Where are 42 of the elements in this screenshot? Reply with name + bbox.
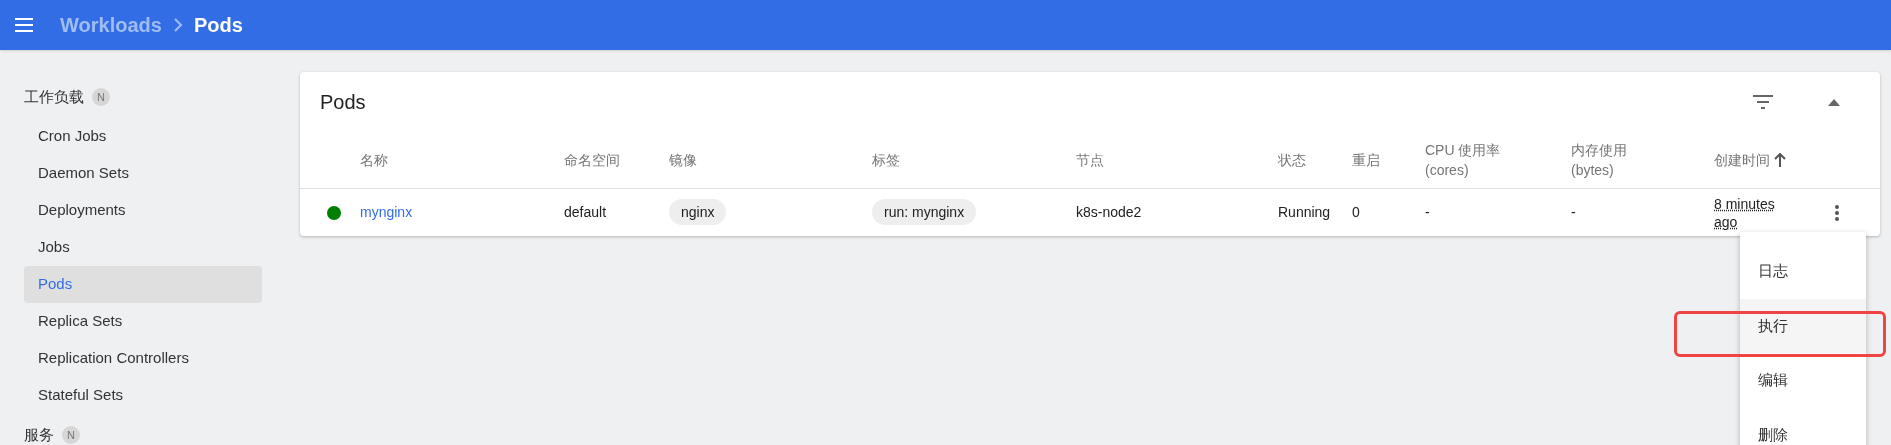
table-cell: - xyxy=(1571,204,1576,220)
column-header[interactable]: CPU 使用率 (cores) xyxy=(1425,140,1525,180)
filter-icon[interactable] xyxy=(1752,94,1774,110)
table-cell: Running xyxy=(1278,204,1331,220)
sidebar-item[interactable]: Replica Sets xyxy=(24,303,262,340)
table-cell: - xyxy=(1425,204,1430,220)
menu-item[interactable]: 日志 xyxy=(1740,244,1866,299)
sidebar-item[interactable]: Deployments xyxy=(24,192,262,229)
count-badge: N xyxy=(62,426,80,444)
column-header[interactable]: 名称 xyxy=(360,150,388,170)
sidebar-item[interactable]: Jobs xyxy=(24,229,262,266)
column-header[interactable]: 重启 xyxy=(1352,150,1380,170)
column-header[interactable]: 内存使用 (bytes) xyxy=(1571,140,1671,180)
label-chip: run: mynginx xyxy=(872,199,977,225)
count-badge: N xyxy=(92,88,110,106)
column-header[interactable]: 创建时间 xyxy=(1714,150,1770,170)
column-header[interactable]: 状态 xyxy=(1278,150,1306,170)
table-cell: default xyxy=(564,204,607,220)
sidebar-item[interactable]: Replication Controllers xyxy=(24,340,262,377)
table-cell: k8s-node2 xyxy=(1076,204,1142,220)
card-title: Pods xyxy=(320,90,367,115)
menu-item[interactable]: 执行 xyxy=(1740,298,1866,353)
sort-arrow-icon[interactable] xyxy=(1774,153,1786,167)
column-header[interactable]: 标签 xyxy=(872,150,900,170)
column-header[interactable]: 节点 xyxy=(1076,150,1104,170)
sidebar-item[interactable]: Pods xyxy=(24,266,262,303)
sidebar-item[interactable]: Daemon Sets xyxy=(24,155,262,192)
sidebar-item[interactable]: Stateful Sets xyxy=(24,377,262,414)
pod-name-link[interactable]: mynginx xyxy=(360,204,413,220)
more-vertical-icon[interactable] xyxy=(1834,203,1840,222)
sidebar-section-title[interactable]: 服务 xyxy=(24,423,54,445)
table-cell-text: 8 minutes ago xyxy=(1714,194,1776,231)
image-chip: nginx xyxy=(669,199,727,225)
sidebar-item[interactable]: Cron Jobs xyxy=(24,118,262,155)
menu-item[interactable]: 删除 xyxy=(1740,407,1866,445)
breadcrumb-item: Pods xyxy=(193,13,243,38)
sidebar-section-title[interactable]: 工作负载 xyxy=(24,85,84,109)
menu-item[interactable]: 编辑 xyxy=(1740,353,1866,408)
table-cell: 0 xyxy=(1352,204,1360,220)
collapse-icon[interactable] xyxy=(1828,98,1840,106)
column-header[interactable]: 镜像 xyxy=(669,150,697,170)
column-header[interactable]: 命名空间 xyxy=(564,150,620,170)
